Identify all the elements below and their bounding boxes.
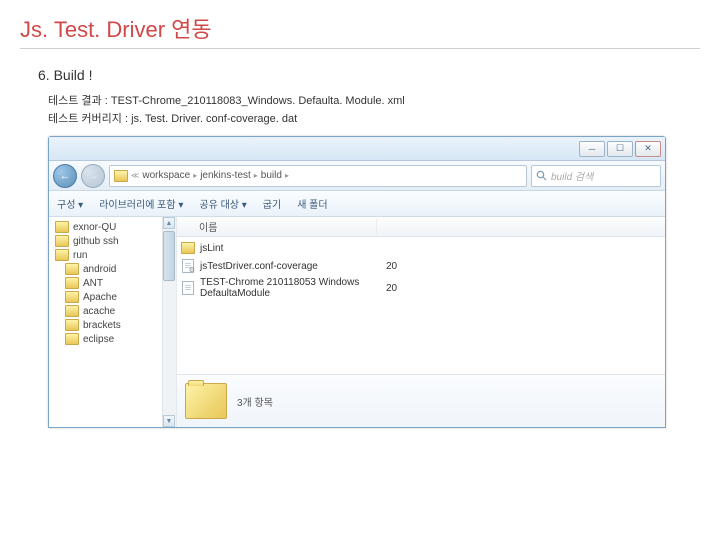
tree-item[interactable]: github ssh: [49, 234, 176, 248]
preview-pane: 3개 항목: [177, 374, 665, 427]
tree-label: exnor-QU: [73, 222, 116, 233]
file-list: jsLint jsTestDriver.conf-coverage 20 TES…: [177, 237, 665, 303]
tree-label: run: [73, 250, 87, 261]
tree-item[interactable]: eclipse: [49, 332, 176, 346]
folder-icon: [181, 241, 195, 255]
folder-icon: [65, 291, 79, 303]
include-library-menu[interactable]: 라이브러리에 포함 ▾: [99, 196, 183, 211]
scrollbar-track[interactable]: ▲ ▼: [162, 217, 176, 427]
chevron-right-icon: ▸: [193, 171, 197, 180]
folder-icon: [55, 221, 69, 233]
tree-item[interactable]: brackets: [49, 318, 176, 332]
folder-icon: [55, 235, 69, 247]
result-description: 테스트 결과 : TEST-Chrome_210118083_Windows. …: [48, 93, 700, 128]
file-meta: 20: [386, 261, 397, 272]
close-button[interactable]: ✕: [635, 141, 661, 157]
tree-item[interactable]: run: [49, 248, 176, 262]
search-placeholder: build 검색: [551, 168, 593, 183]
folder-icon: [65, 333, 79, 345]
config-file-icon: [181, 259, 195, 273]
chevron-right-icon: ▸: [254, 171, 258, 180]
slide-title: Js. Test. Driver 연동: [20, 12, 700, 49]
folder-icon: [185, 383, 227, 419]
folder-icon: [65, 319, 79, 331]
scroll-down-arrow[interactable]: ▼: [163, 415, 175, 427]
scroll-up-arrow[interactable]: ▲: [163, 217, 175, 229]
new-folder-button[interactable]: 새 폴더: [297, 196, 327, 211]
breadcrumb[interactable]: ≪ workspace ▸ jenkins-test ▸ build ▸: [109, 165, 527, 187]
tree-item[interactable]: ANT: [49, 276, 176, 290]
folder-icon: [55, 249, 69, 261]
chevron-right-icon: ▸: [285, 171, 289, 180]
tree-item[interactable]: exnor-QU: [49, 220, 176, 234]
tree-label: android: [83, 264, 116, 275]
search-input[interactable]: build 검색: [531, 165, 661, 187]
scrollbar-thumb[interactable]: [163, 231, 175, 281]
item-count: 3개 항목: [237, 394, 273, 409]
tree-item[interactable]: android: [49, 262, 176, 276]
step-heading: 6. Build !: [38, 67, 700, 83]
maximize-button[interactable]: ☐: [607, 141, 633, 157]
tree-label: Apache: [83, 292, 117, 303]
window-titlebar: ─ ☐ ✕: [49, 137, 665, 161]
explorer-window: ─ ☐ ✕ ← → ≪ workspace ▸ jenkins-test ▸ b…: [48, 136, 666, 428]
content-area: exnor-QU github ssh run android ANT Apac…: [49, 217, 665, 427]
list-item[interactable]: jsTestDriver.conf-coverage 20: [177, 257, 665, 275]
tree-label: brackets: [83, 320, 121, 331]
document-icon: [181, 281, 195, 295]
tree-item[interactable]: Apache: [49, 290, 176, 304]
folder-icon: [65, 263, 79, 275]
share-menu[interactable]: 공유 대상 ▾: [199, 196, 246, 211]
minimize-button[interactable]: ─: [579, 141, 605, 157]
folder-icon: [65, 305, 79, 317]
tree-label: github ssh: [73, 236, 119, 247]
list-item[interactable]: jsLint: [177, 239, 665, 257]
column-name[interactable]: 이름: [177, 219, 377, 234]
file-name: TEST-Chrome 210118053 Windows DefaultaMo…: [200, 277, 381, 299]
back-button[interactable]: ←: [53, 164, 77, 188]
folder-icon: [114, 170, 128, 182]
file-list-pane: 이름 jsLint jsTestDriver.conf-coverage 20 …: [177, 217, 665, 427]
organize-menu[interactable]: 구성 ▾: [57, 196, 83, 211]
column-header-row: 이름: [177, 217, 665, 237]
list-item[interactable]: TEST-Chrome 210118053 Windows DefaultaMo…: [177, 275, 665, 301]
file-name: jsLint: [200, 243, 223, 254]
forward-button[interactable]: →: [81, 164, 105, 188]
breadcrumb-item[interactable]: workspace: [142, 170, 190, 181]
coverage-label: 테스트 커버리지 :: [48, 113, 128, 125]
folder-tree: exnor-QU github ssh run android ANT Apac…: [49, 217, 177, 427]
nav-bar: ← → ≪ workspace ▸ jenkins-test ▸ build ▸…: [49, 161, 665, 191]
breadcrumb-item[interactable]: build: [261, 170, 282, 181]
tree-label: acache: [83, 306, 115, 317]
chevron-right-icon: ≪: [131, 171, 139, 180]
file-meta: 20: [386, 283, 397, 294]
tree-item[interactable]: acache: [49, 304, 176, 318]
result-value: TEST-Chrome_210118083_Windows. Defaulta.…: [111, 95, 405, 107]
toolbar: 구성 ▾ 라이브러리에 포함 ▾ 공유 대상 ▾ 굽기 새 폴더: [49, 191, 665, 217]
search-icon: [536, 170, 547, 181]
burn-button[interactable]: 굽기: [263, 196, 281, 211]
coverage-value: js. Test. Driver. conf-coverage. dat: [131, 113, 297, 125]
folder-icon: [65, 277, 79, 289]
result-label: 테스트 결과 :: [48, 95, 108, 107]
file-name: jsTestDriver.conf-coverage: [200, 261, 318, 272]
breadcrumb-item[interactable]: jenkins-test: [200, 170, 251, 181]
tree-label: eclipse: [83, 334, 114, 345]
tree-label: ANT: [83, 278, 103, 289]
